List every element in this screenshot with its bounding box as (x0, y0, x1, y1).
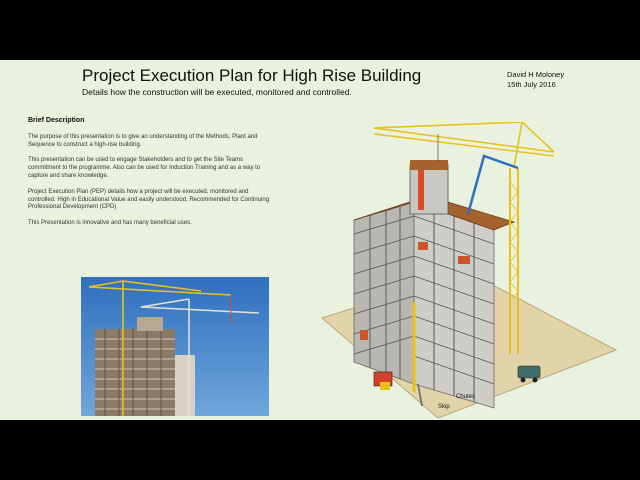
slide-subtitle: Details how the construction will be exe… (82, 87, 352, 97)
building-3d-render: Chutes Skip (318, 121, 618, 419)
description-paragraph: This Presentation is innovative and has … (28, 220, 192, 227)
building-render-image: Chutes Skip (320, 121, 618, 419)
site-photo (81, 277, 269, 416)
skip-label: Skip (438, 404, 450, 410)
description-paragraph: Project Execution Plan (PEP) details how… (28, 188, 270, 211)
description-paragraph: This presentation can be used to engage … (28, 157, 261, 179)
presentation-date: 15th July 2016 (507, 80, 556, 89)
brief-description: Brief Description The purpose of this pr… (28, 117, 273, 236)
description-heading: Brief Description (28, 117, 85, 124)
description-paragraph: The purpose of this presentation is to g… (28, 133, 258, 148)
author-name: David H Moloney (507, 70, 565, 79)
slide-title: Project Execution Plan for High Rise Bui… (82, 66, 422, 85)
author-block: David H Moloney 15th July 2016 (507, 70, 564, 90)
chutes-label: Chutes (456, 394, 475, 400)
site-photo-image (81, 277, 269, 416)
presentation-slide: Project Execution Plan for High Rise Bui… (0, 60, 640, 420)
